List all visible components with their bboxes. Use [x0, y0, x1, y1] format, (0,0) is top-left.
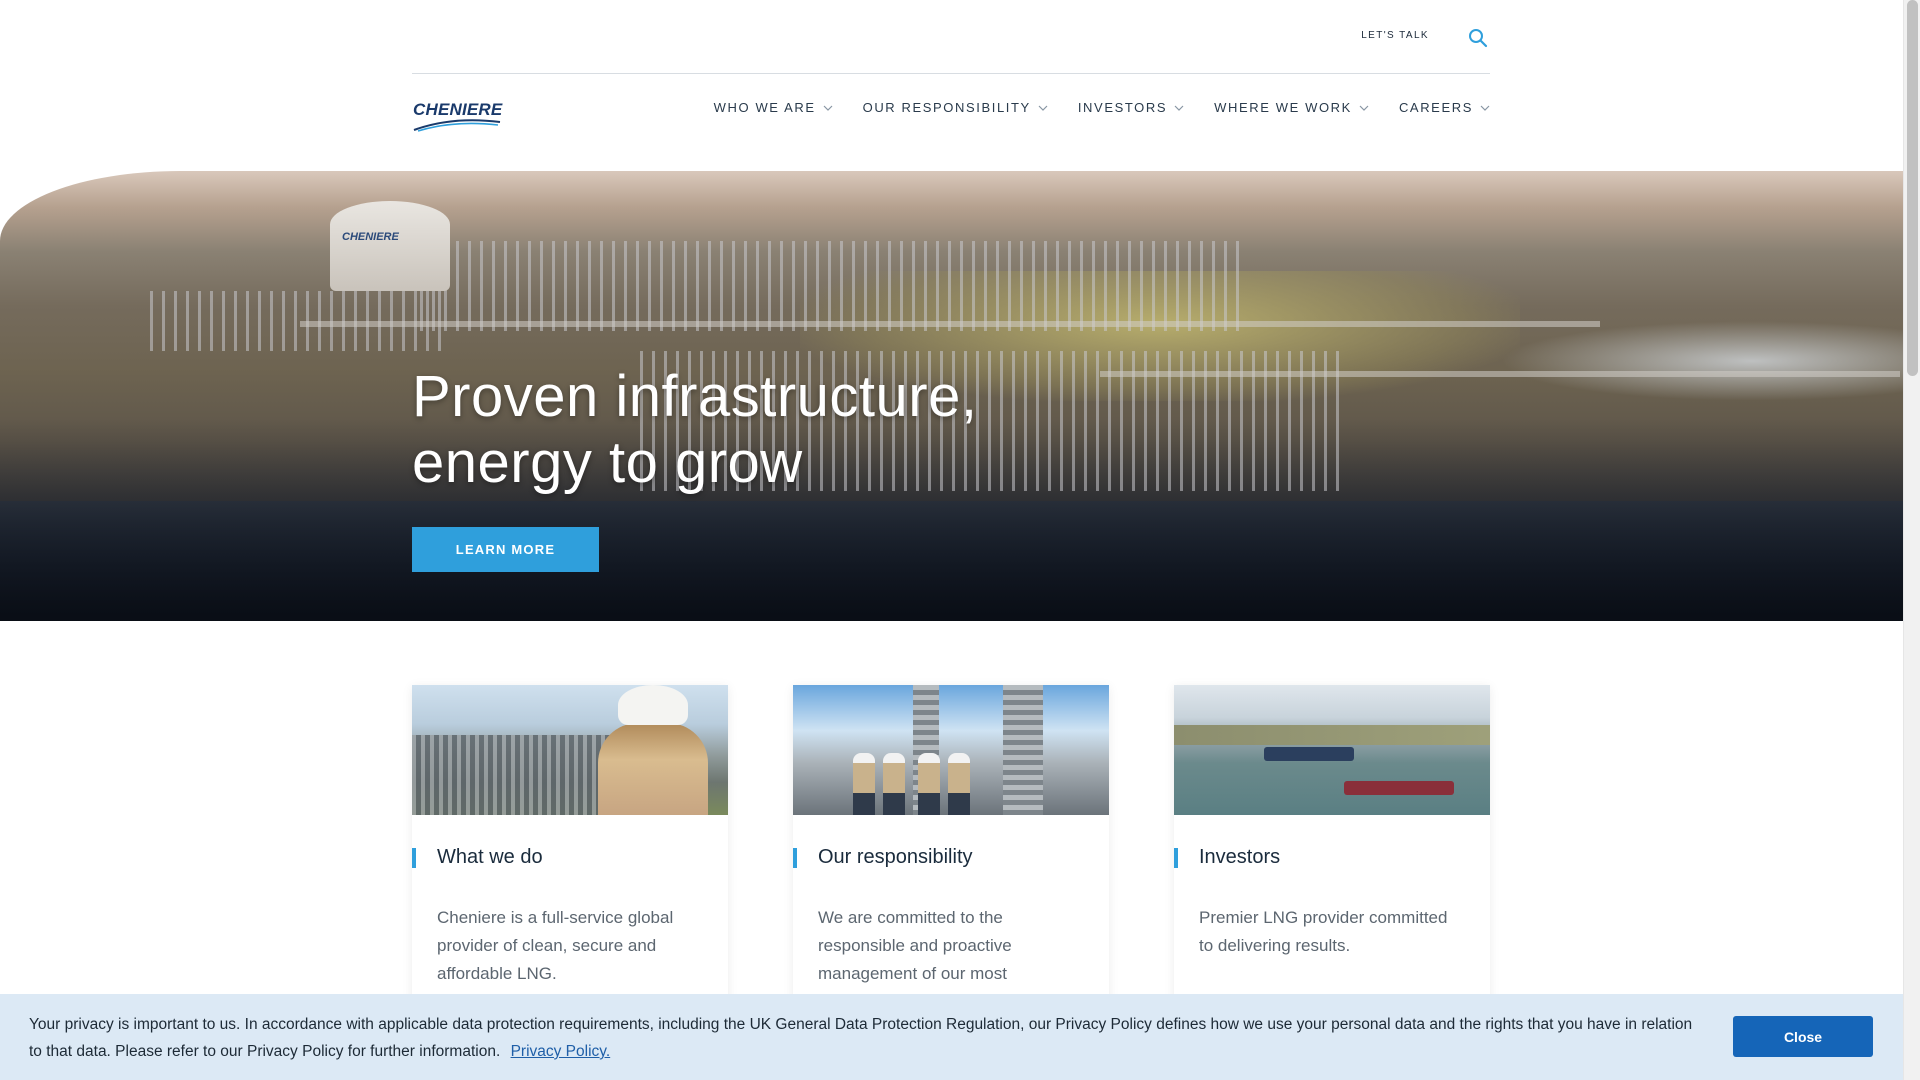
nav-menu: WHO WE ARE OUR RESPONSIBILITY INVESTORS … — [714, 100, 1490, 115]
nav-where-we-work[interactable]: WHERE WE WORK — [1214, 100, 1369, 115]
nav-label: WHO WE ARE — [713, 100, 816, 115]
hero-pipeline — [300, 321, 1600, 327]
hero-title-line2: energy to grow — [412, 430, 803, 495]
nav-our-responsibility[interactable]: OUR RESPONSIBILITY — [863, 100, 1048, 115]
privacy-policy-link[interactable]: Privacy Policy. — [511, 1043, 611, 1060]
card-accent-bar — [793, 848, 797, 868]
shoreline-graphic — [1174, 725, 1490, 745]
nav-who-we-are[interactable]: WHO WE ARE — [714, 100, 833, 115]
cookie-banner: Your privacy is important to us. In acco… — [0, 994, 1903, 1080]
chevron-down-icon — [1480, 105, 1490, 111]
tank-label: CHENIERE — [342, 231, 399, 243]
hero-title-line1: Proven infrastructure, — [412, 364, 978, 429]
card-image-worker — [412, 685, 728, 815]
worker-graphic — [948, 753, 970, 815]
card-description: Premier LNG provider committed to delive… — [1199, 908, 1448, 955]
lng-ship-graphic — [1264, 747, 1354, 761]
card-image-team — [793, 685, 1109, 815]
card-what-we-do[interactable]: What we do Cheniere is a full-service gl… — [412, 685, 728, 1025]
logo-swoosh-icon — [413, 119, 501, 132]
chevron-down-icon — [1359, 105, 1369, 111]
tower-graphic — [1003, 685, 1043, 815]
search-icon — [1469, 29, 1488, 48]
main-navigation: CHENIERE WHO WE ARE OUR RESPONSIBILITY I… — [412, 74, 1490, 170]
worker-graphic — [918, 753, 940, 815]
worker-graphic — [853, 753, 875, 815]
utility-bar: LET'S TALK — [412, 0, 1490, 74]
feature-cards: What we do Cheniere is a full-service gl… — [412, 685, 1490, 1025]
logo-wordmark: CHENIERE — [413, 100, 503, 119]
card-description: We are committed to the responsible and … — [818, 908, 1012, 983]
scrollbar[interactable] — [1903, 0, 1920, 1080]
learn-more-button[interactable]: LEARN MORE — [412, 527, 599, 572]
card-our-responsibility[interactable]: Our responsibility We are committed to t… — [793, 685, 1109, 1025]
hero-pipeline — [1100, 371, 1900, 377]
card-title[interactable]: Our responsibility — [818, 846, 973, 869]
nav-careers[interactable]: CAREERS — [1399, 100, 1490, 115]
card-investors[interactable]: Investors Premier LNG provider committed… — [1174, 685, 1490, 1025]
worker-graphic — [883, 753, 905, 815]
hero-storage-tank: CHENIERE — [330, 201, 450, 291]
card-image-terminal — [1174, 685, 1490, 815]
lets-talk-link[interactable]: LET'S TALK — [1361, 30, 1429, 41]
nav-label: CAREERS — [1398, 100, 1473, 115]
card-accent-bar — [1174, 848, 1178, 868]
chevron-down-icon — [1174, 105, 1184, 111]
nav-label: WHERE WE WORK — [1214, 100, 1352, 115]
card-description: Cheniere is a full-service global provid… — [437, 908, 674, 983]
cheniere-logo[interactable]: CHENIERE — [412, 100, 502, 140]
nav-investors[interactable]: INVESTORS — [1078, 100, 1184, 115]
search-button[interactable] — [1466, 26, 1490, 50]
cookie-text: Your privacy is important to us. In acco… — [29, 1016, 1693, 1060]
card-accent-bar — [412, 848, 416, 868]
nav-label: OUR RESPONSIBILITY — [862, 100, 1031, 115]
hardhat-graphic — [618, 685, 688, 725]
nav-label: INVESTORS — [1077, 100, 1168, 115]
worker-graphic — [598, 723, 708, 815]
hero-water-graphic — [1500, 321, 1903, 401]
chevron-down-icon — [1038, 105, 1048, 111]
hero-foreground-water — [0, 501, 1903, 621]
hero-title: Proven infrastructure, energy to grow — [412, 364, 977, 496]
hero-banner: CHENIERE Proven infrastructure, energy t… — [0, 171, 1903, 621]
card-title[interactable]: What we do — [437, 846, 543, 869]
card-title[interactable]: Investors — [1199, 846, 1280, 869]
chevron-down-icon — [823, 105, 833, 111]
plant-graphic — [412, 735, 612, 815]
cookie-message: Your privacy is important to us. In acco… — [29, 1011, 1709, 1065]
lng-ship-graphic — [1344, 781, 1454, 795]
scrollbar-thumb[interactable] — [1907, 0, 1918, 376]
hero-plant-structure — [420, 241, 1240, 331]
cookie-close-button[interactable]: Close — [1733, 1016, 1873, 1057]
